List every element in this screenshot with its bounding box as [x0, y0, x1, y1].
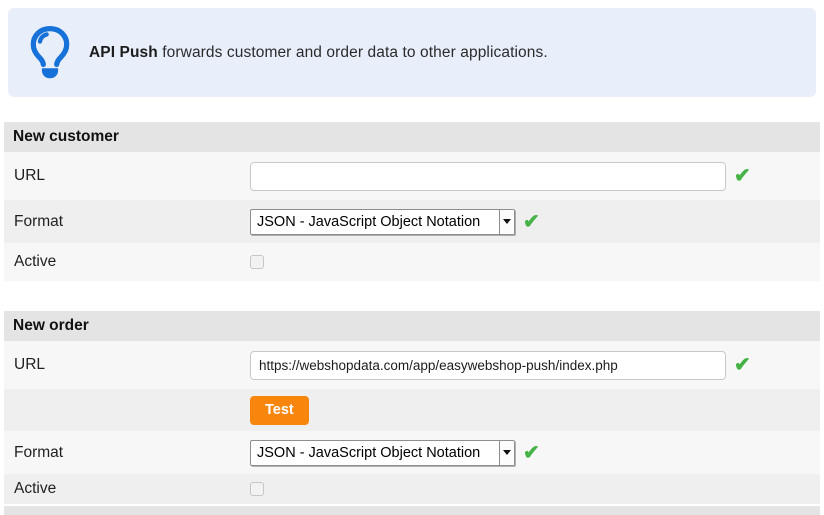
row-order-test: Test	[4, 389, 820, 431]
field-label-active: Active	[4, 253, 250, 271]
field-label-format: Format	[4, 213, 250, 231]
select-value: JSON - JavaScript Object Notation	[251, 210, 499, 234]
field-label-url: URL	[4, 167, 250, 185]
customer-url-input[interactable]	[250, 162, 726, 191]
customer-format-select[interactable]: JSON - JavaScript Object Notation	[250, 209, 515, 235]
row-customer-format: Format JSON - JavaScript Object Notation…	[4, 200, 820, 243]
row-order-url: URL ✔	[4, 341, 820, 389]
order-format-select[interactable]: JSON - JavaScript Object Notation	[250, 440, 515, 466]
valid-checkmark-icon: ✔	[523, 212, 540, 232]
field-label-format: Format	[4, 444, 250, 462]
order-active-checkbox[interactable]	[250, 482, 264, 496]
banner-title: API Push	[89, 44, 158, 61]
row-customer-url: URL ✔	[4, 152, 820, 200]
valid-checkmark-icon: ✔	[523, 443, 540, 463]
partial-section-header	[4, 506, 820, 515]
field-label-active: Active	[4, 480, 250, 498]
row-customer-active: Active	[4, 243, 820, 281]
valid-checkmark-icon: ✔	[734, 355, 751, 375]
order-url-input[interactable]	[250, 351, 726, 380]
select-value: JSON - JavaScript Object Notation	[251, 441, 499, 465]
dropdown-arrow-icon	[499, 210, 514, 234]
banner-text: API Push forwards customer and order dat…	[89, 44, 548, 62]
customer-active-checkbox[interactable]	[250, 255, 264, 269]
banner-description: forwards customer and order data to othe…	[162, 44, 547, 61]
lightbulb-icon	[29, 24, 71, 82]
valid-checkmark-icon: ✔	[734, 166, 751, 186]
section-new-order: New order URL ✔ Test Format JSON - JavaS…	[4, 311, 820, 504]
field-label-url: URL	[4, 356, 250, 374]
dropdown-arrow-icon	[499, 441, 514, 465]
row-order-active: Active	[4, 474, 820, 504]
section-header-new-customer: New customer	[4, 122, 820, 152]
row-order-format: Format JSON - JavaScript Object Notation…	[4, 431, 820, 474]
info-banner: API Push forwards customer and order dat…	[8, 8, 816, 97]
section-header-new-order: New order	[4, 311, 820, 341]
section-new-customer: New customer URL ✔ Format JSON - JavaScr…	[4, 122, 820, 281]
test-button[interactable]: Test	[250, 396, 309, 425]
